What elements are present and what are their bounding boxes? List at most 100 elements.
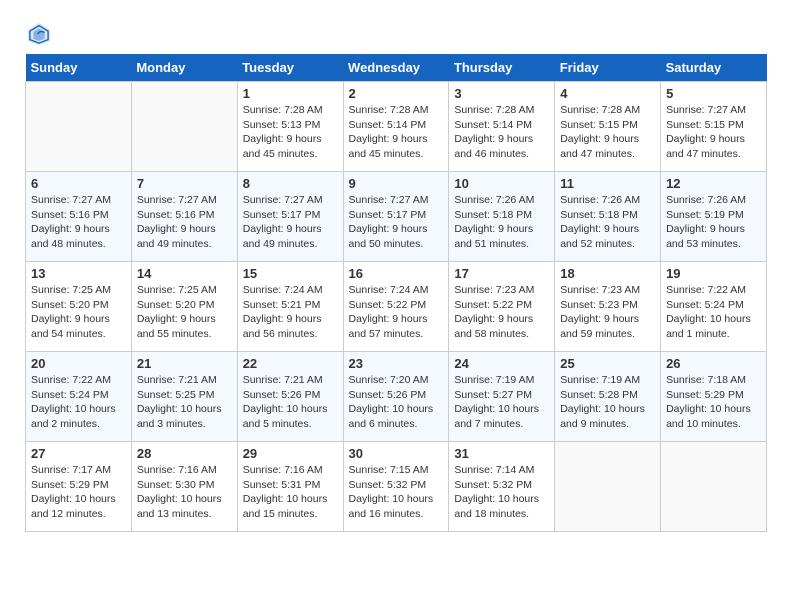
day-number: 20 — [31, 356, 126, 371]
day-info: Sunrise: 7:26 AM Sunset: 5:19 PM Dayligh… — [666, 193, 761, 252]
col-header-monday: Monday — [131, 54, 237, 82]
col-header-friday: Friday — [555, 54, 661, 82]
day-number: 12 — [666, 176, 761, 191]
day-number: 19 — [666, 266, 761, 281]
day-info: Sunrise: 7:27 AM Sunset: 5:16 PM Dayligh… — [137, 193, 232, 252]
logo — [25, 20, 57, 48]
day-number: 26 — [666, 356, 761, 371]
calendar-cell: 16 Sunrise: 7:24 AM Sunset: 5:22 PM Dayli… — [343, 262, 449, 352]
calendar-cell: 24Sunrise: 7:19 AM Sunset: 5:27 PM Dayli… — [449, 352, 555, 442]
day-info: Sunrise: 7:23 AM Sunset: 5:22 PM Dayligh… — [454, 283, 549, 342]
calendar-cell: 12 Sunrise: 7:26 AM Sunset: 5:19 PM Dayli… — [661, 172, 767, 262]
day-number: 25 — [560, 356, 655, 371]
day-number: 28 — [137, 446, 232, 461]
calendar-cell: 3 Sunrise: 7:28 AM Sunset: 5:14 PM Daylig… — [449, 82, 555, 172]
day-info: Sunrise: 7:26 AM Sunset: 5:18 PM Dayligh… — [454, 193, 549, 252]
calendar-cell: 11 Sunrise: 7:26 AM Sunset: 5:18 PM Dayli… — [555, 172, 661, 262]
day-number: 2 — [349, 86, 444, 101]
calendar-cell: 30 Sunrise: 7:15 AM Sunset: 5:32 PM Dayli… — [343, 442, 449, 532]
calendar-cell: 31 Sunrise: 7:14 AM Sunset: 5:32 PM Dayli… — [449, 442, 555, 532]
calendar-cell — [661, 442, 767, 532]
page-header — [25, 20, 767, 48]
day-number: 27 — [31, 446, 126, 461]
week-row-4: 20 Sunrise: 7:22 AM Sunset: 5:24 PM Dayli… — [26, 352, 767, 442]
day-number: 30 — [349, 446, 444, 461]
day-number: 16 — [349, 266, 444, 281]
day-info: Sunrise: 7:16 AM Sunset: 5:31 PM Dayligh… — [243, 463, 338, 522]
day-number: 11 — [560, 176, 655, 191]
day-info: Sunrise: 7:14 AM Sunset: 5:32 PM Dayligh… — [454, 463, 549, 522]
day-info: Sunrise: 7:28 AM Sunset: 5:15 PM Dayligh… — [560, 103, 655, 162]
calendar-cell: 23 Sunrise: 7:20 AM Sunset: 5:26 PM Dayli… — [343, 352, 449, 442]
day-number: 15 — [243, 266, 338, 281]
day-info: Sunrise: 7:28 AM Sunset: 5:14 PM Dayligh… — [454, 103, 549, 162]
day-info: Sunrise: 7:25 AM Sunset: 5:20 PM Dayligh… — [31, 283, 126, 342]
day-info: Sunrise: 7:26 AM Sunset: 5:18 PM Dayligh… — [560, 193, 655, 252]
day-number: 31 — [454, 446, 549, 461]
calendar-cell: 15 Sunrise: 7:24 AM Sunset: 5:21 PM Dayli… — [237, 262, 343, 352]
day-number: 23 — [349, 356, 444, 371]
col-header-sunday: Sunday — [26, 54, 132, 82]
calendar-cell — [555, 442, 661, 532]
day-info: Sunrise: 7:22 AM Sunset: 5:24 PM Dayligh… — [666, 283, 761, 342]
col-header-wednesday: Wednesday — [343, 54, 449, 82]
day-info: Sunrise: 7:20 AM Sunset: 5:26 PM Dayligh… — [349, 373, 444, 432]
week-row-3: 13 Sunrise: 7:25 AM Sunset: 5:20 PM Dayli… — [26, 262, 767, 352]
day-number: 22 — [243, 356, 338, 371]
day-info: Sunrise: 7:22 AM Sunset: 5:24 PM Dayligh… — [31, 373, 126, 432]
calendar-cell: 4 Sunrise: 7:28 AM Sunset: 5:15 PM Daylig… — [555, 82, 661, 172]
calendar-cell: 25Sunrise: 7:19 AM Sunset: 5:28 PM Dayli… — [555, 352, 661, 442]
week-row-5: 27 Sunrise: 7:17 AM Sunset: 5:29 PM Dayli… — [26, 442, 767, 532]
calendar-cell: 9 Sunrise: 7:27 AM Sunset: 5:17 PM Daylig… — [343, 172, 449, 262]
col-header-tuesday: Tuesday — [237, 54, 343, 82]
week-row-1: 1 Sunrise: 7:28 AM Sunset: 5:13 PM Daylig… — [26, 82, 767, 172]
calendar-cell: 5 Sunrise: 7:27 AM Sunset: 5:15 PM Daylig… — [661, 82, 767, 172]
calendar-cell: 2 Sunrise: 7:28 AM Sunset: 5:14 PM Daylig… — [343, 82, 449, 172]
day-number: 7 — [137, 176, 232, 191]
col-header-thursday: Thursday — [449, 54, 555, 82]
day-number: 1 — [243, 86, 338, 101]
day-info: Sunrise: 7:15 AM Sunset: 5:32 PM Dayligh… — [349, 463, 444, 522]
day-info: Sunrise: 7:27 AM Sunset: 5:16 PM Dayligh… — [31, 193, 126, 252]
day-number: 8 — [243, 176, 338, 191]
day-number: 17 — [454, 266, 549, 281]
calendar-cell: 1 Sunrise: 7:28 AM Sunset: 5:13 PM Daylig… — [237, 82, 343, 172]
day-info: Sunrise: 7:24 AM Sunset: 5:21 PM Dayligh… — [243, 283, 338, 342]
day-info: Sunrise: 7:27 AM Sunset: 5:17 PM Dayligh… — [243, 193, 338, 252]
calendar-cell: 10 Sunrise: 7:26 AM Sunset: 5:18 PM Dayli… — [449, 172, 555, 262]
calendar-cell: 19 Sunrise: 7:22 AM Sunset: 5:24 PM Dayli… — [661, 262, 767, 352]
day-info: Sunrise: 7:27 AM Sunset: 5:15 PM Dayligh… — [666, 103, 761, 162]
calendar-cell: 7 Sunrise: 7:27 AM Sunset: 5:16 PM Daylig… — [131, 172, 237, 262]
calendar-cell: 18Sunrise: 7:23 AM Sunset: 5:23 PM Dayli… — [555, 262, 661, 352]
day-number: 5 — [666, 86, 761, 101]
day-info: Sunrise: 7:21 AM Sunset: 5:25 PM Dayligh… — [137, 373, 232, 432]
calendar-cell: 14Sunrise: 7:25 AM Sunset: 5:20 PM Dayli… — [131, 262, 237, 352]
calendar-table: SundayMondayTuesdayWednesdayThursdayFrid… — [25, 54, 767, 532]
day-number: 24 — [454, 356, 549, 371]
calendar-cell — [131, 82, 237, 172]
calendar-cell: 13 Sunrise: 7:25 AM Sunset: 5:20 PM Dayli… — [26, 262, 132, 352]
day-number: 4 — [560, 86, 655, 101]
day-number: 14 — [137, 266, 232, 281]
calendar-cell: 29 Sunrise: 7:16 AM Sunset: 5:31 PM Dayli… — [237, 442, 343, 532]
day-info: Sunrise: 7:24 AM Sunset: 5:22 PM Dayligh… — [349, 283, 444, 342]
day-number: 13 — [31, 266, 126, 281]
logo-icon — [25, 20, 53, 48]
day-number: 10 — [454, 176, 549, 191]
day-info: Sunrise: 7:16 AM Sunset: 5:30 PM Dayligh… — [137, 463, 232, 522]
day-info: Sunrise: 7:21 AM Sunset: 5:26 PM Dayligh… — [243, 373, 338, 432]
day-info: Sunrise: 7:28 AM Sunset: 5:13 PM Dayligh… — [243, 103, 338, 162]
day-info: Sunrise: 7:28 AM Sunset: 5:14 PM Dayligh… — [349, 103, 444, 162]
day-number: 21 — [137, 356, 232, 371]
calendar-cell: 22 Sunrise: 7:21 AM Sunset: 5:26 PM Dayli… — [237, 352, 343, 442]
col-header-saturday: Saturday — [661, 54, 767, 82]
day-info: Sunrise: 7:27 AM Sunset: 5:17 PM Dayligh… — [349, 193, 444, 252]
calendar-cell: 17 Sunrise: 7:23 AM Sunset: 5:22 PM Dayli… — [449, 262, 555, 352]
calendar-cell: 8 Sunrise: 7:27 AM Sunset: 5:17 PM Daylig… — [237, 172, 343, 262]
day-number: 9 — [349, 176, 444, 191]
day-number: 3 — [454, 86, 549, 101]
day-number: 29 — [243, 446, 338, 461]
calendar-cell — [26, 82, 132, 172]
calendar-cell: 21 Sunrise: 7:21 AM Sunset: 5:25 PM Dayli… — [131, 352, 237, 442]
day-info: Sunrise: 7:17 AM Sunset: 5:29 PM Dayligh… — [31, 463, 126, 522]
